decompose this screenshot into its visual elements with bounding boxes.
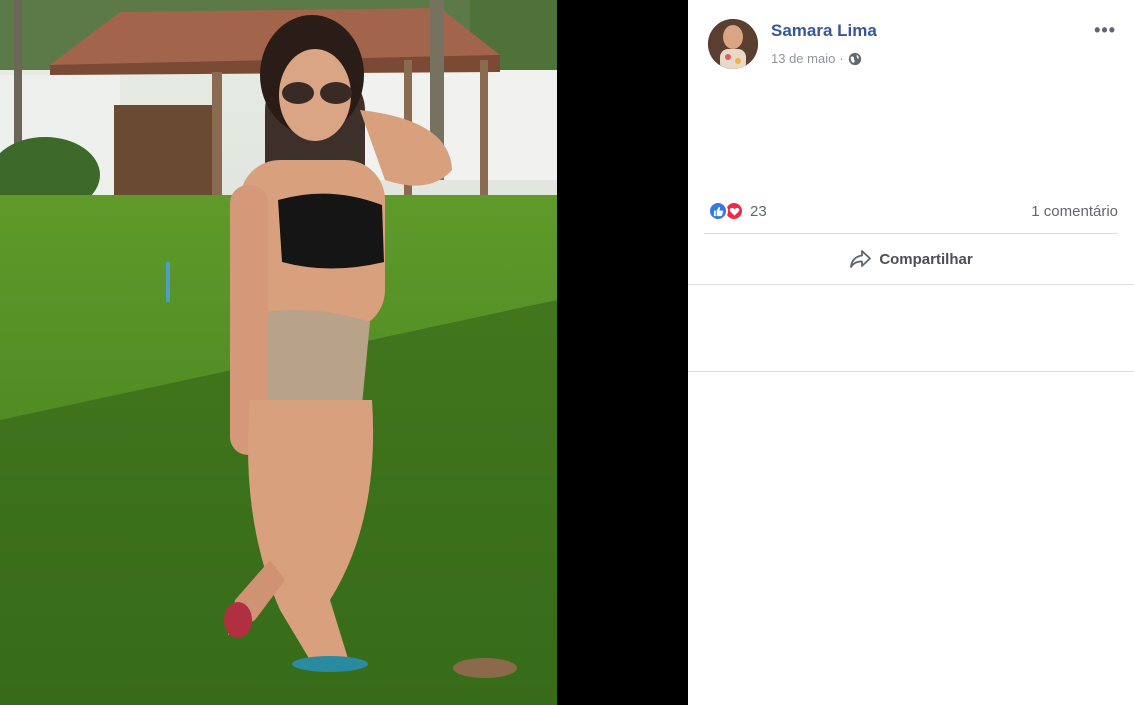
share-label: Compartilhar xyxy=(879,250,973,268)
avatar[interactable] xyxy=(708,19,758,69)
post-date[interactable]: 13 de maio xyxy=(771,51,835,66)
divider xyxy=(704,233,1118,234)
reaction-icons[interactable] xyxy=(708,201,744,221)
divider xyxy=(688,284,1134,285)
post-header: Samara Lima 13 de maio · ••• xyxy=(688,0,1134,90)
divider xyxy=(688,371,1134,372)
post-sidebar: Samara Lima 13 de maio · ••• 23 1 coment… xyxy=(688,0,1134,705)
reactions-bar: 23 1 comentário xyxy=(708,198,1118,224)
like-icon xyxy=(708,201,728,221)
share-button[interactable]: Compartilhar xyxy=(688,243,1134,275)
reaction-count[interactable]: 23 xyxy=(750,203,767,220)
post-photo[interactable] xyxy=(0,0,557,705)
globe-icon[interactable] xyxy=(848,52,862,66)
avatar-image xyxy=(708,19,758,69)
share-icon xyxy=(850,250,872,268)
more-options-icon[interactable]: ••• xyxy=(1094,20,1116,41)
meta-separator: · xyxy=(839,51,844,66)
post-meta: 13 de maio · xyxy=(771,51,862,66)
comment-count[interactable]: 1 comentário xyxy=(1031,203,1118,220)
photo-viewer xyxy=(0,0,688,705)
photo-image xyxy=(0,0,557,705)
author-name[interactable]: Samara Lima xyxy=(771,21,877,41)
